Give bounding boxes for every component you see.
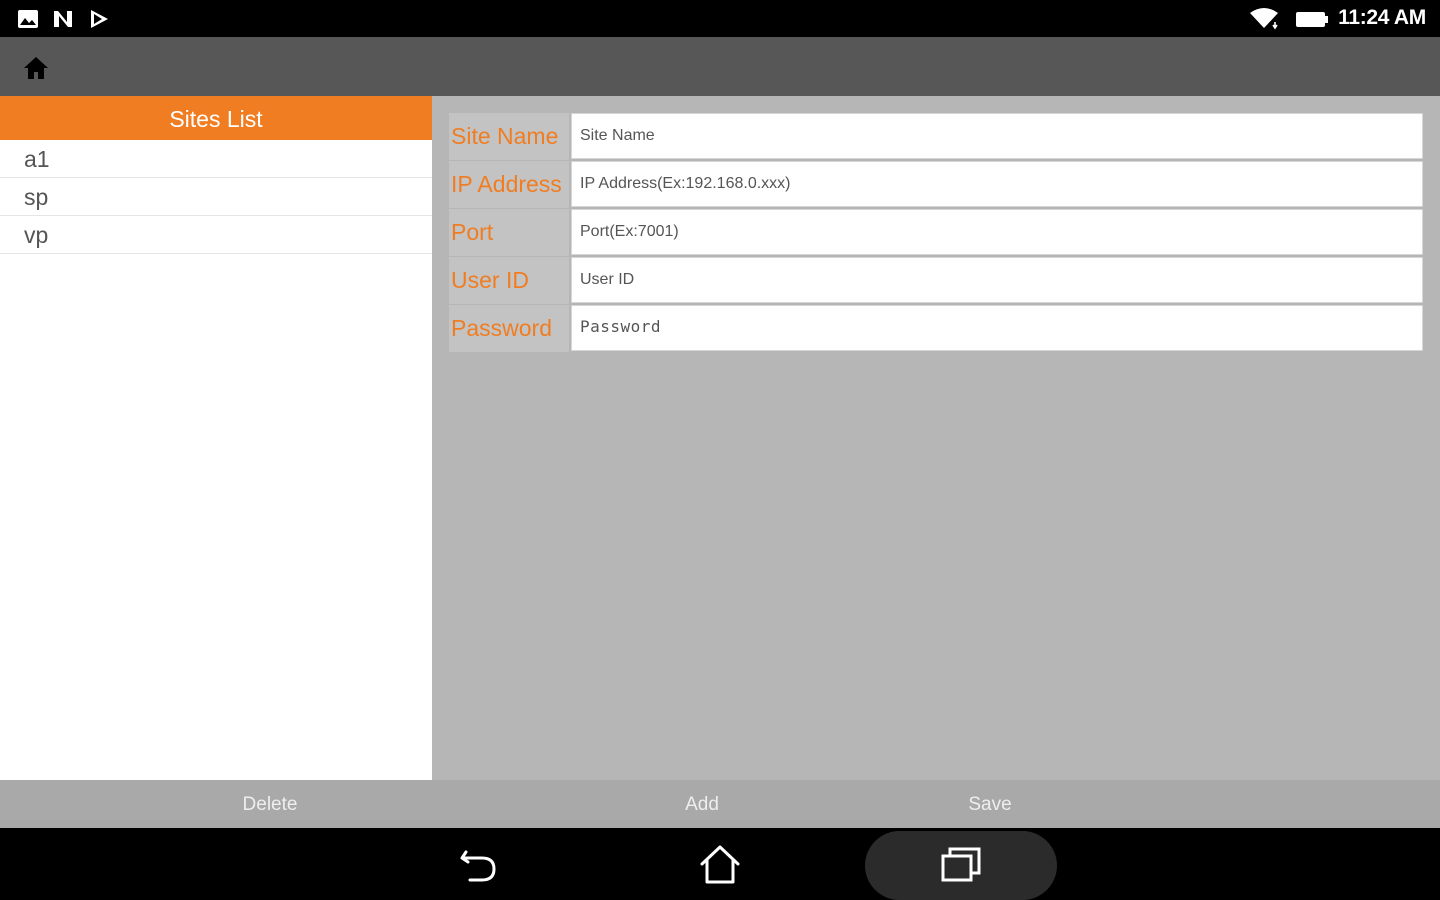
n-notification-icon (54, 11, 72, 27)
recent-apps-icon[interactable] (939, 842, 983, 886)
ip-address-label: IP Address (449, 161, 569, 208)
ip-address-input[interactable] (571, 161, 1423, 207)
navigation-bar (0, 828, 1440, 900)
password-row: Password (449, 305, 1423, 353)
status-time: 11:24 AM (1338, 6, 1426, 29)
password-input[interactable] (571, 305, 1423, 351)
wifi-icon (1250, 8, 1278, 30)
add-button[interactable]: Add (602, 780, 802, 828)
save-button[interactable]: Save (890, 780, 1090, 828)
user-id-label: User ID (449, 257, 569, 304)
site-list-item[interactable]: a1 (0, 140, 432, 178)
user-id-row: User ID (449, 257, 1423, 305)
site-list-item[interactable]: vp (0, 216, 432, 254)
port-label: Port (449, 209, 569, 256)
site-name-row: Site Name (449, 113, 1423, 161)
ip-address-row: IP Address (449, 161, 1423, 209)
password-label: Password (449, 305, 569, 352)
port-input[interactable] (571, 209, 1423, 255)
home-icon[interactable] (20, 53, 52, 83)
battery-icon (1296, 12, 1328, 27)
status-bar: 11:24 AM (0, 0, 1440, 37)
site-form: Site Name IP Address Port User ID Passwo… (449, 113, 1423, 353)
back-icon[interactable] (456, 842, 500, 886)
nav-home-icon[interactable] (698, 842, 742, 886)
play-store-notification-icon (91, 10, 108, 28)
sites-list-header: Sites List (0, 96, 432, 140)
user-id-input[interactable] (571, 257, 1423, 303)
site-name-label: Site Name (449, 113, 569, 160)
site-name-input[interactable] (571, 113, 1423, 159)
sites-list-panel: Sites List a1 sp vp (0, 96, 432, 780)
button-bar: Delete Add Save (0, 780, 1440, 828)
gallery-notification-icon (18, 10, 38, 28)
action-bar (0, 37, 1440, 96)
delete-button[interactable]: Delete (170, 780, 370, 828)
port-row: Port (449, 209, 1423, 257)
site-list-item[interactable]: sp (0, 178, 432, 216)
